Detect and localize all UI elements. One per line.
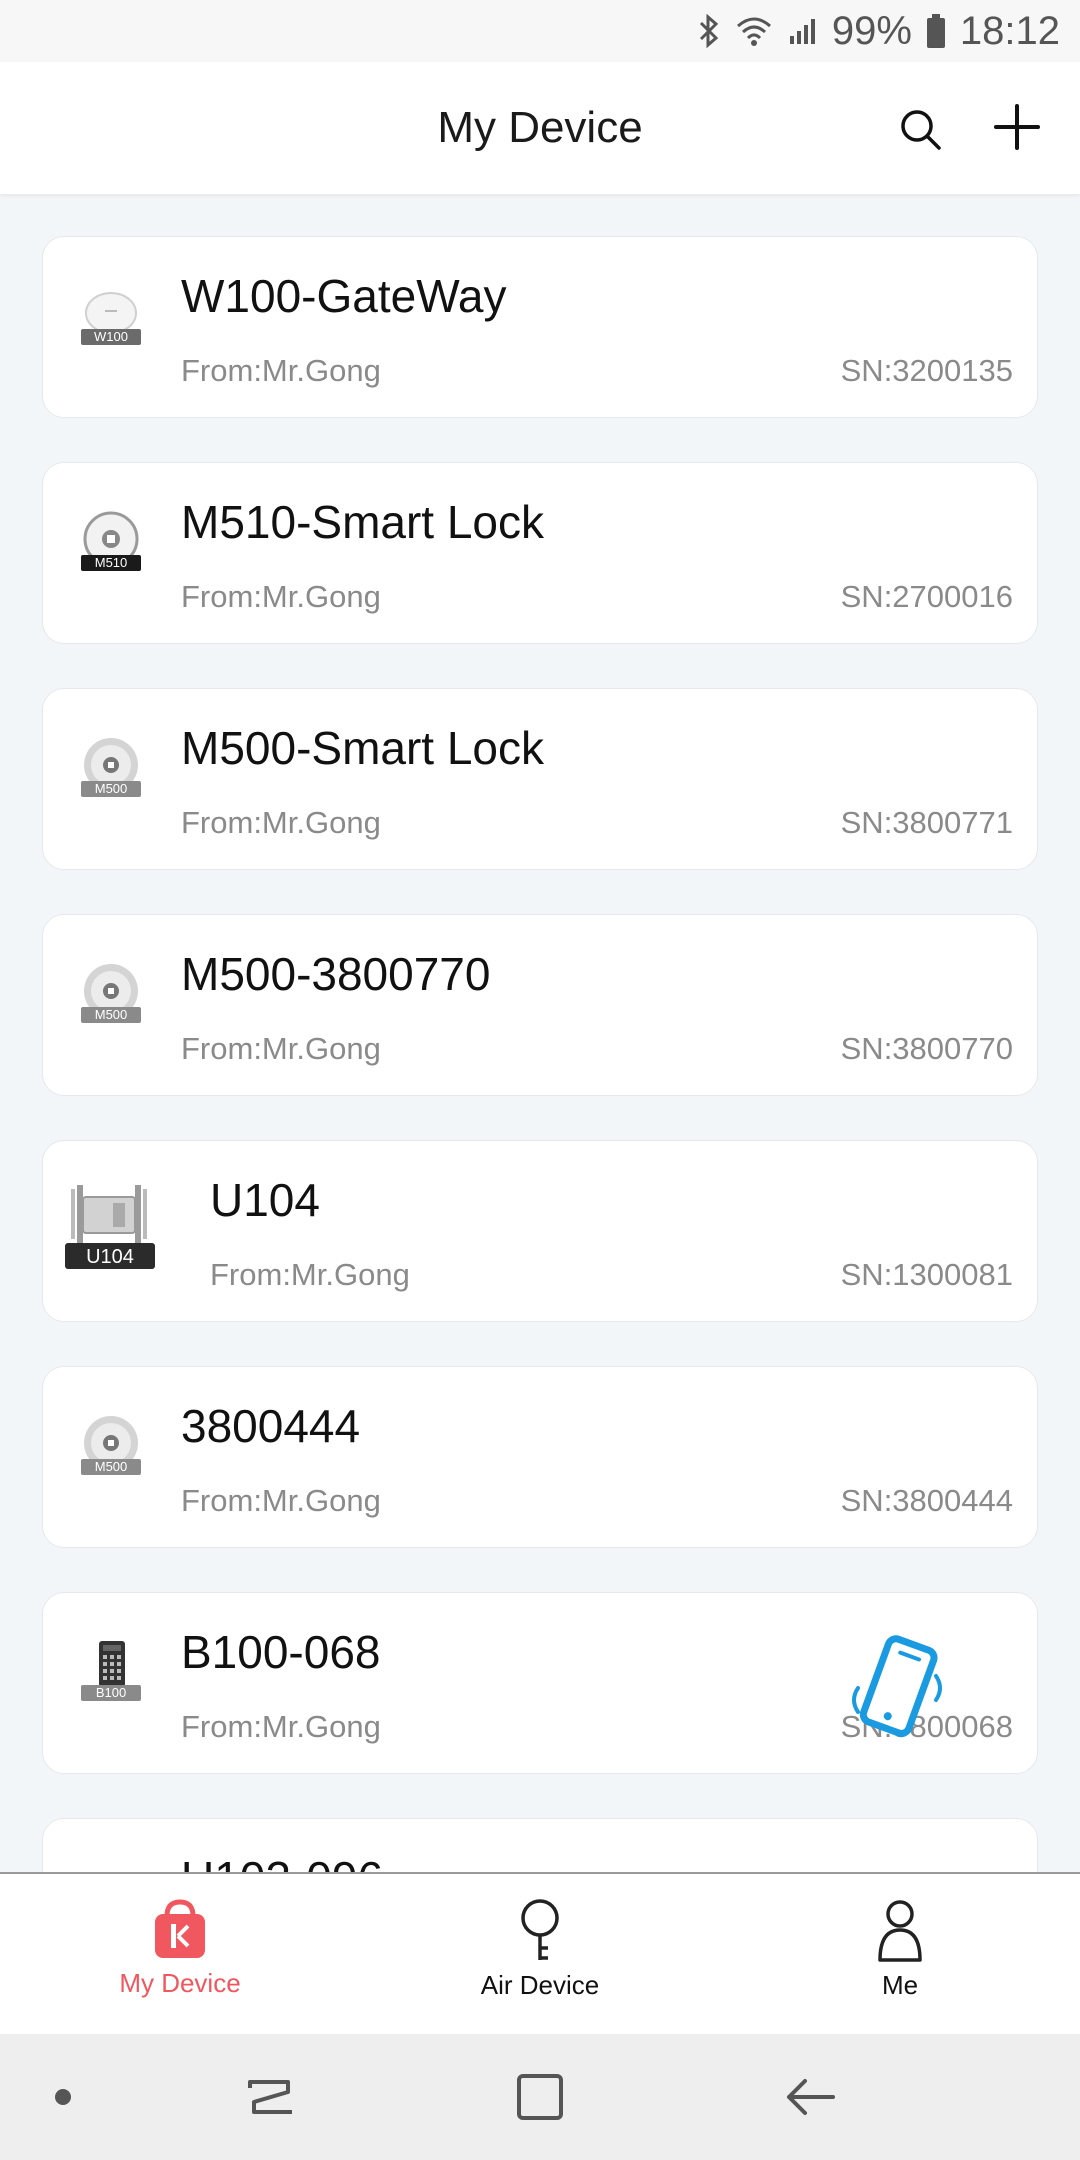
device-card[interactable]: M500 M500-3800770 From:Mr.Gong SN:380077… bbox=[42, 914, 1038, 1096]
device-card[interactable]: M500 M500-Smart Lock From:Mr.Gong SN:380… bbox=[42, 688, 1038, 870]
bluetooth-icon bbox=[698, 14, 720, 48]
smart-lock-icon: M500 bbox=[63, 955, 173, 1055]
device-serial: SN:3800771 bbox=[840, 805, 1013, 840]
device-name: 3800444 bbox=[181, 1400, 361, 1452]
device-badge: M500 bbox=[95, 1007, 128, 1022]
add-device-icon[interactable] bbox=[992, 102, 1042, 152]
smart-lock-icon: M500 bbox=[63, 1407, 173, 1507]
home-icon[interactable] bbox=[505, 2062, 575, 2132]
tab-label: My Device bbox=[119, 1968, 241, 1998]
tab-air-device[interactable]: Air Device bbox=[360, 1874, 720, 2036]
device-owner: From:Mr.Gong bbox=[181, 1483, 381, 1518]
device-name: U102-096 bbox=[181, 1851, 383, 1872]
device-serial: SN:3200135 bbox=[840, 353, 1013, 388]
recent-apps-icon[interactable] bbox=[236, 2062, 306, 2132]
device-owner: From:Mr.Gong bbox=[181, 1031, 381, 1066]
tab-label: Air Device bbox=[480, 1970, 600, 2000]
device-owner: From:Mr.Gong bbox=[210, 1257, 410, 1292]
app-bar: My Device bbox=[0, 62, 1080, 194]
device-serial: SN:3800444 bbox=[840, 1483, 1013, 1518]
device-card[interactable]: U104 U104 From:Mr.Gong SN:1300081 bbox=[42, 1140, 1038, 1322]
u104-lock-icon: U104 bbox=[65, 1179, 195, 1289]
search-icon[interactable] bbox=[895, 104, 947, 156]
device-card[interactable]: M500 3800444 From:Mr.Gong SN:3800444 bbox=[42, 1366, 1038, 1548]
device-owner: From:Mr.Gong bbox=[181, 805, 381, 840]
device-owner: From:Mr.Gong bbox=[181, 1709, 381, 1744]
device-name: B100-068 bbox=[181, 1626, 381, 1678]
device-owner: From:Mr.Gong bbox=[181, 579, 381, 614]
system-nav-bar bbox=[0, 2034, 1080, 2160]
device-badge: M500 bbox=[95, 1459, 128, 1474]
device-name: U104 bbox=[210, 1174, 320, 1226]
device-serial: SN:3800770 bbox=[840, 1031, 1013, 1066]
back-icon[interactable] bbox=[775, 2062, 845, 2132]
battery-percent: 99% bbox=[831, 8, 912, 53]
device-name: W100-GateWay bbox=[181, 270, 507, 322]
wifi-icon bbox=[734, 14, 774, 48]
device-badge: B100 bbox=[96, 1685, 126, 1700]
device-badge: M510 bbox=[95, 555, 128, 570]
device-badge: W100 bbox=[94, 329, 128, 344]
smart-lock-icon: M500 bbox=[63, 729, 173, 829]
my-device-tab-icon bbox=[155, 1899, 205, 1958]
battery-icon bbox=[926, 14, 946, 48]
device-list: W100 W100-GateWay From:Mr.Gong SN:320013… bbox=[0, 194, 1080, 1872]
device-owner: From:Mr.Gong bbox=[181, 353, 381, 388]
device-serial: SN:2700016 bbox=[840, 579, 1013, 614]
device-card[interactable]: W100 W100-GateWay From:Mr.Gong SN:320013… bbox=[42, 236, 1038, 418]
signal-icon bbox=[788, 16, 818, 46]
device-badge: M500 bbox=[95, 781, 128, 796]
keypad-lock-icon: B100 bbox=[63, 1633, 173, 1733]
device-badge: U104 bbox=[86, 1246, 134, 1268]
device-name: M500-Smart Lock bbox=[181, 722, 545, 774]
person-icon bbox=[878, 1900, 922, 1962]
device-name: M500-3800770 bbox=[181, 948, 491, 1000]
clock: 18:12 bbox=[959, 8, 1060, 53]
tab-me[interactable]: Me bbox=[720, 1874, 1080, 2036]
device-serial: SN:1300081 bbox=[840, 1257, 1013, 1292]
tab-my-device[interactable]: My Device bbox=[0, 1874, 360, 2036]
shake-phone-icon[interactable] bbox=[838, 1628, 958, 1748]
smart-lock-icon: M510 bbox=[63, 503, 173, 603]
device-name: M510-Smart Lock bbox=[181, 496, 545, 548]
status-bar: 99% 18:12 bbox=[0, 0, 1080, 62]
device-card[interactable]: U102-096 bbox=[42, 1818, 1038, 1872]
gateway-icon: W100 bbox=[63, 277, 173, 377]
key-icon bbox=[521, 1899, 559, 1960]
dot-indicator-icon bbox=[28, 2062, 98, 2132]
device-card[interactable]: M510 M510-Smart Lock From:Mr.Gong SN:270… bbox=[42, 462, 1038, 644]
bottom-tab-bar: My Device Air Device Me bbox=[0, 1872, 1080, 2036]
tab-label: Me bbox=[881, 1970, 919, 2000]
